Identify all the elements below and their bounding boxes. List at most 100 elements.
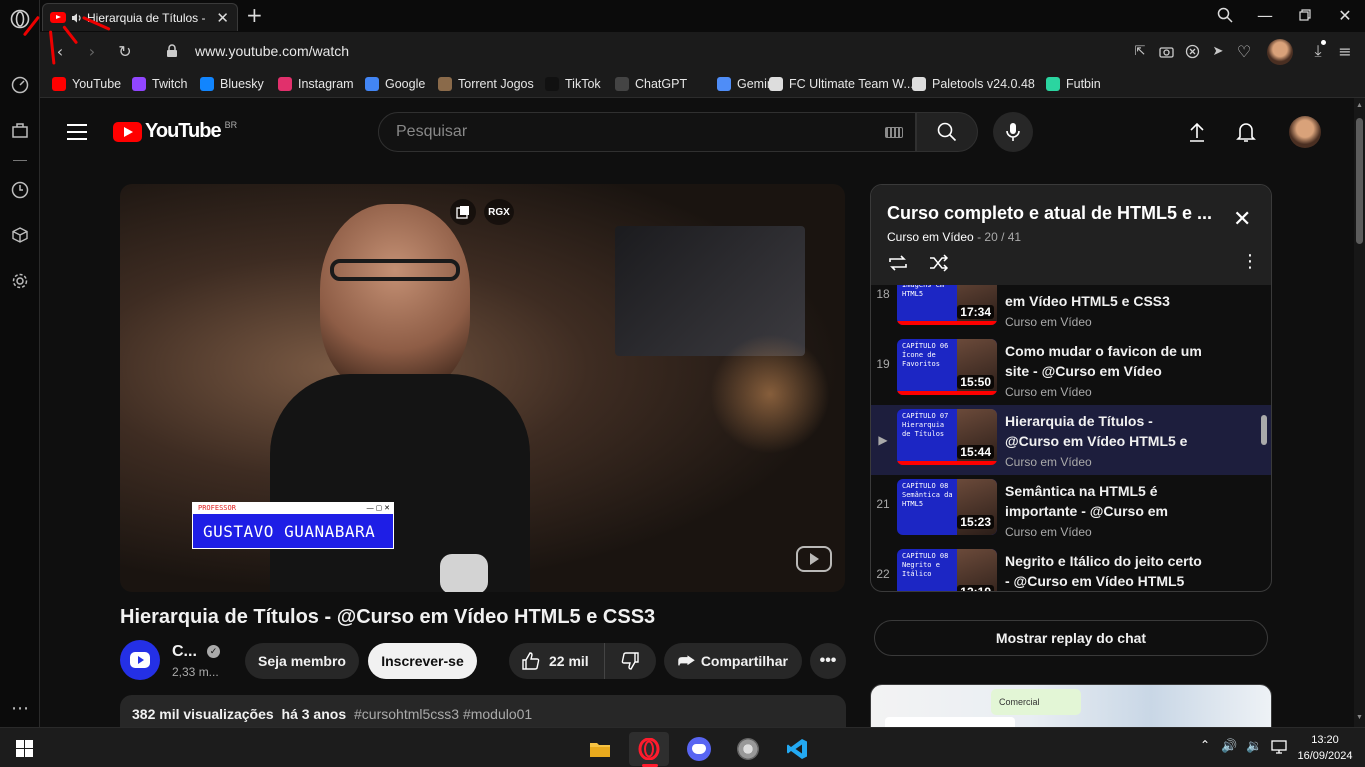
channel-name[interactable]: C...	[172, 643, 197, 661]
restore-icon[interactable]	[1294, 5, 1316, 25]
account-avatar[interactable]	[1289, 116, 1321, 148]
youtube-logo[interactable]: YouTube BR	[113, 120, 237, 143]
hashtags[interactable]: #cursohtml5css3 #modulo01	[354, 706, 532, 722]
opera-taskbar-icon[interactable]	[629, 732, 669, 766]
bookmark-futbin[interactable]: Futbin	[1046, 76, 1101, 92]
settings-gear-icon[interactable]	[9, 270, 31, 292]
extensions-cube-icon[interactable]	[9, 224, 31, 246]
page-scrollbar[interactable]: ▲ ▼	[1354, 98, 1365, 727]
share-page-icon[interactable]: ⇱	[1130, 41, 1150, 61]
search-box[interactable]: Pesquisar	[378, 112, 916, 152]
profile-avatar[interactable]	[1267, 39, 1293, 65]
playlist-more-icon[interactable]: ⋮	[1241, 251, 1259, 272]
playlist-thumbnail[interactable]: CAPÍTULO 07 Hierarquia de Títulos 15:44	[897, 409, 997, 465]
tab-search-icon[interactable]	[1214, 5, 1236, 25]
adblock-icon[interactable]	[1182, 41, 1202, 61]
scroll-up-arrow[interactable]: ▲	[1356, 102, 1363, 109]
bookmark-youtube[interactable]: YouTube	[52, 76, 121, 92]
description-box[interactable]: 382 mil visualizações há 3 anos #cursoht…	[120, 695, 846, 727]
minimize-icon[interactable]: —	[1254, 5, 1276, 25]
more-actions-button[interactable]: •••	[810, 643, 846, 679]
clock[interactable]: 13:20 16/09/2024	[1293, 732, 1357, 764]
tray-speaker-icon[interactable]: 🔉	[1246, 739, 1262, 754]
channel-avatar[interactable]	[120, 640, 160, 680]
scroll-thumb[interactable]	[1356, 118, 1363, 244]
upload-icon[interactable]	[1188, 122, 1206, 147]
search-input[interactable]: Pesquisar	[396, 123, 467, 141]
verified-check-icon: ✓	[207, 645, 220, 658]
bookmark-instagram[interactable]: Instagram	[278, 76, 354, 92]
more-options-icon[interactable]: ⋯	[9, 697, 31, 719]
search-button[interactable]	[916, 112, 978, 152]
voice-search-button[interactable]	[993, 112, 1033, 152]
new-tab-button[interactable]: +	[246, 3, 263, 27]
lower-third-overlay: PROFESSOR — ▢ ✕ GUSTAVO GUANABARA	[192, 502, 394, 550]
scroll-down-arrow[interactable]: ▼	[1356, 714, 1363, 721]
playlist-item[interactable]: 22 CAPÍTULO 08 Negrito e Itálico 12:19 Negr…	[871, 545, 1271, 591]
reload-icon[interactable]: ↻	[115, 41, 135, 61]
playlist-thumbnail[interactable]: CAPÍTULO 06 Ícone de Favoritos 15:50	[897, 339, 997, 395]
playlist-position: - 20 / 41	[977, 230, 1022, 244]
bookmark-gemini[interactable]: Gemini	[717, 76, 777, 92]
video-player[interactable]: RGX PROFESSOR — ▢ ✕ GUSTAVO GUANABARA	[120, 184, 845, 592]
close-tab-icon[interactable]: ✕	[216, 9, 229, 27]
bookmark-bluesky[interactable]: Bluesky	[200, 76, 264, 92]
bookmark-fc-ultimate-team-w[interactable]: FC Ultimate Team W...	[769, 76, 914, 92]
speed-dial-icon[interactable]	[9, 74, 31, 96]
forward-icon[interactable]: ›	[82, 41, 102, 61]
url-field[interactable]: www.youtube.com/watch	[195, 43, 349, 59]
dislike-button[interactable]	[605, 643, 655, 679]
bookmark-chatgpt[interactable]: ChatGPT	[615, 76, 687, 92]
playlist-channel[interactable]: Curso em Vídeo	[887, 230, 974, 244]
chat-replay-button[interactable]: Mostrar replay do chat	[874, 620, 1268, 656]
playlist-item[interactable]: ▶ CAPÍTULO 07 Hierarquia de Títulos 15:44 H…	[871, 405, 1271, 475]
bookmark-tiktok[interactable]: TikTok	[545, 76, 601, 92]
playlist-thumbnail[interactable]: CAPÍTULO 08 Negrito e Itálico 12:19	[897, 549, 997, 591]
playlist-thumbnail[interactable]: Inserindo Imagens em HTML5 17:34	[897, 285, 997, 325]
windows-start-icon[interactable]	[16, 740, 33, 757]
hamburger-menu-icon[interactable]	[67, 124, 87, 140]
windows-taskbar: ⌃ 🔊 🔉 13:20 16/09/2024	[0, 727, 1365, 767]
shuffle-icon[interactable]	[928, 253, 950, 278]
heart-icon[interactable]: ♡	[1234, 41, 1254, 61]
snapshot-camera-icon[interactable]	[1156, 41, 1176, 61]
easy-setup-menu-icon[interactable]: ≡	[1335, 41, 1355, 61]
playlist-item[interactable]: 19 CAPÍTULO 06 Ícone de Favoritos 15:50 Com…	[871, 335, 1271, 405]
send-icon[interactable]: ➤	[1208, 41, 1228, 61]
loop-playlist-icon[interactable]	[887, 253, 909, 278]
tray-volume-icon[interactable]: 🔊	[1221, 739, 1237, 754]
bookmark-google[interactable]: Google	[365, 76, 425, 92]
vscode-icon[interactable]	[777, 732, 817, 766]
ad-preview[interactable]: Comercial	[870, 684, 1272, 727]
tab-youtube[interactable]: Hierarquia de Títulos - ( ✕	[42, 3, 238, 31]
file-explorer-icon[interactable]	[580, 732, 620, 766]
bookmark-paletools-v24-0-48[interactable]: Paletools v24.0.48	[912, 76, 1035, 92]
pip-icon[interactable]	[450, 199, 476, 225]
playlist-item[interactable]: 21 CAPÍTULO 08 Semântica da HTML5 15:23 Sem…	[871, 475, 1271, 545]
keyboard-icon[interactable]	[885, 127, 903, 138]
rgx-badge[interactable]: RGX	[484, 199, 514, 225]
join-button[interactable]: Seja membro	[245, 643, 359, 679]
like-button[interactable]: 22 mil	[509, 643, 605, 679]
channel-watermark-icon[interactable]	[796, 546, 832, 572]
close-playlist-icon[interactable]: ✕	[1233, 207, 1251, 232]
tray-network-icon[interactable]	[1271, 740, 1287, 759]
like-dislike-group: 22 mil	[509, 643, 656, 679]
close-window-icon[interactable]: ✕	[1334, 5, 1356, 25]
discord-icon[interactable]	[679, 732, 719, 766]
workspaces-icon[interactable]	[9, 119, 31, 141]
share-button[interactable]: ⮫ Compartilhar	[664, 643, 802, 679]
subscribe-button[interactable]: Inscrever-se	[368, 643, 477, 679]
playlist-item-title: Como mudar o favicon de um site - @Curso…	[1005, 343, 1202, 379]
history-icon[interactable]	[9, 179, 31, 201]
playlist-item[interactable]: 18 Inserindo Imagens em HTML5 17:34 em Víde…	[871, 285, 1271, 335]
notifications-bell-icon[interactable]	[1236, 121, 1256, 148]
playlist-thumbnail[interactable]: CAPÍTULO 08 Semântica da HTML5 15:23	[897, 479, 997, 535]
playlist-title[interactable]: Curso completo e atual de HTML5 e ...	[887, 203, 1212, 224]
bookmark-torrent-jogos[interactable]: Torrent Jogos	[438, 76, 534, 92]
audio-app-icon[interactable]	[728, 732, 768, 766]
bookmark-twitch[interactable]: Twitch	[132, 76, 187, 92]
playlist-item-number: 18	[876, 287, 890, 301]
tray-chevron-icon[interactable]: ⌃	[1200, 738, 1210, 752]
playlist-scrollbar[interactable]	[1261, 415, 1267, 445]
